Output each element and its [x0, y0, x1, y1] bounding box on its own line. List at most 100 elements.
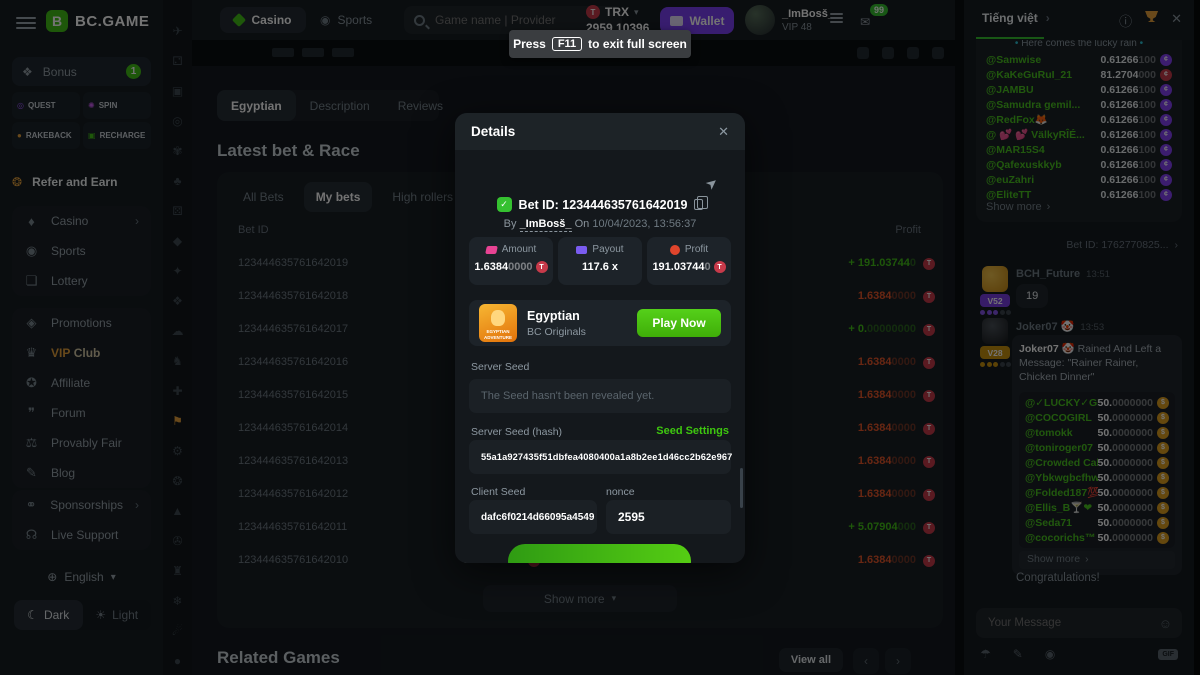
rain-username[interactable]: @COCOGIRL — [1025, 411, 1098, 425]
rail-icon[interactable]: ♞ — [163, 354, 192, 372]
chat-bet-link[interactable]: Bet ID: 1762770825...› — [1066, 239, 1178, 251]
rain-username[interactable]: @✓LUCKY✓GIRL✓ — [1025, 396, 1098, 410]
chat-language-tab[interactable]: Tiếng việt› — [982, 11, 1050, 25]
client-seed-field[interactable]: dafc6f0214d66095a4549 — [469, 500, 597, 534]
dark-mode-button[interactable]: ☾Dark — [14, 600, 83, 630]
game-option-icon[interactable] — [907, 47, 919, 59]
verify-button[interactable] — [508, 544, 691, 563]
modal-scrollbar[interactable] — [740, 468, 743, 508]
rain-username[interactable]: @Crowded Calm... — [1025, 456, 1098, 470]
rail-icon[interactable]: ♣ — [163, 174, 192, 192]
close-icon[interactable]: ✕ — [718, 124, 729, 140]
view-all-button[interactable]: View all — [779, 648, 843, 672]
sidebar-item-blog[interactable]: ✎Blog — [12, 458, 151, 488]
recharge-button[interactable]: ▣RECHARGE — [83, 122, 151, 149]
sidebar-item-bonus[interactable]: ❖ Bonus 1 — [12, 57, 151, 86]
chat-input-box[interactable]: ☺ — [976, 608, 1182, 638]
show-more-button[interactable]: Show more▾ — [483, 585, 677, 612]
rail-icon[interactable]: ⚙ — [163, 444, 192, 462]
nonce-field[interactable]: 2595 — [606, 500, 731, 534]
server-seed-hash-field[interactable]: 55a1a927435f51dbfea4080400a1a8b2ee1d46cc… — [469, 440, 731, 474]
coin-drop-icon[interactable]: ◉ — [1045, 647, 1055, 661]
emoji-icon[interactable]: ☺ — [1159, 616, 1172, 631]
rain-username[interactable]: @Ellis_B🍸❤ — [1025, 501, 1098, 515]
rail-icon[interactable]: ✚ — [163, 384, 192, 402]
rain-username[interactable]: @Samwise — [986, 54, 1098, 66]
hamburger-menu-icon[interactable] — [16, 17, 36, 29]
play-now-button[interactable]: Play Now — [637, 309, 721, 337]
rain-username[interactable]: @RedFox🦊 — [986, 113, 1098, 126]
rain-show-more[interactable]: Show more› — [986, 198, 1172, 216]
tab-description[interactable]: Description — [296, 90, 384, 121]
rail-icon[interactable]: ◎ — [163, 114, 192, 132]
rain-username[interactable]: @Folded187💯... — [1025, 486, 1098, 500]
sidebar-item-sponsorships[interactable]: ⚭Sponsorships› — [12, 490, 151, 520]
rain-username[interactable]: @KaKeGuRuI_21 — [986, 69, 1098, 81]
copy-icon[interactable] — [694, 199, 703, 210]
rail-icon[interactable]: ▲ — [163, 504, 192, 522]
rail-icon[interactable]: ◆ — [163, 234, 192, 252]
avatar[interactable] — [982, 318, 1008, 344]
sidebar-item-provably-fair[interactable]: ⚖Provably Fair — [12, 428, 151, 458]
user-avatar[interactable] — [745, 5, 775, 35]
next-arrow-button[interactable]: › — [885, 648, 911, 674]
rail-icon[interactable]: ♜ — [163, 564, 192, 582]
bet-list-icon[interactable] — [830, 13, 843, 25]
rail-icon[interactable]: ✇ — [163, 534, 192, 552]
rail-icon[interactable]: ✦ — [163, 264, 192, 282]
rain-username[interactable]: @ 💕 💕 VälkyRÎÉ... — [986, 128, 1098, 141]
chat-username[interactable]: Joker07 🤡13:53 — [1016, 320, 1104, 333]
sidebar-item-affiliate[interactable]: ✪Affiliate — [12, 368, 151, 398]
rain-username[interactable]: @JAMBU — [986, 84, 1098, 96]
tab-egyptian[interactable]: Egyptian — [217, 90, 296, 121]
sidebar-item-forum[interactable]: ❞Forum — [12, 398, 151, 428]
sidebar-item-casino[interactable]: ♦Casino› — [12, 206, 151, 236]
chat-message-input[interactable] — [986, 616, 1146, 630]
rain-username[interactable]: @Samudra gemil... — [986, 99, 1098, 111]
tab-all-bets[interactable]: All Bets — [231, 182, 296, 212]
rail-icon[interactable]: ⚄ — [163, 204, 192, 222]
rail-icon[interactable]: ❖ — [163, 294, 192, 312]
rail-icon[interactable]: ☄ — [163, 624, 192, 642]
rain-username[interactable]: @tomokk — [1025, 426, 1098, 440]
game-option-icon[interactable] — [857, 47, 869, 59]
close-icon[interactable]: ✕ — [1171, 11, 1182, 30]
commands-icon[interactable]: ✎ — [1013, 647, 1023, 661]
language-selector[interactable]: ⊕ English ▾ — [12, 562, 151, 592]
rain-username[interactable]: @euZahri — [986, 174, 1098, 186]
page-scrollbar[interactable] — [1194, 0, 1200, 675]
game-option-icon[interactable] — [932, 47, 944, 59]
rain-username[interactable]: @cocorichs™ — [1025, 531, 1098, 545]
rain-show-more[interactable]: Show more› — [1019, 551, 1175, 569]
trophy-icon[interactable] — [1145, 11, 1158, 22]
game-thumbnail[interactable]: EGYPTIANADVENTURE — [479, 304, 517, 342]
rail-icon[interactable]: ● — [163, 654, 192, 672]
rail-icon[interactable]: ⚑ — [163, 414, 192, 432]
info-icon[interactable]: ⓘ — [1119, 11, 1132, 30]
rain-username[interactable]: @Ybkwgbcfhwb — [1025, 471, 1098, 485]
share-icon[interactable]: ➤ — [702, 173, 722, 194]
rail-icon[interactable]: ☁ — [163, 324, 192, 342]
rail-icon[interactable]: ✾ — [163, 144, 192, 162]
mail-icon[interactable]: ✉ — [860, 15, 870, 29]
sidebar-item-sports[interactable]: ◉Sports — [12, 236, 151, 266]
rail-icon[interactable]: ▣ — [163, 84, 192, 102]
game-option-icon[interactable] — [882, 47, 894, 59]
rail-icon[interactable]: ❄ — [163, 594, 192, 612]
spin-button[interactable]: ✺SPIN — [83, 92, 151, 119]
tab-sports[interactable]: ◉Sports — [320, 7, 372, 33]
rakeback-button[interactable]: ●RAKEBACK — [12, 122, 80, 149]
logo[interactable]: B BC.GAME — [46, 10, 149, 32]
sidebar-item-promotions[interactable]: ◈Promotions — [12, 308, 151, 338]
gif-icon[interactable]: GIF — [1158, 649, 1178, 660]
tab-high-rollers[interactable]: High rollers — [380, 182, 465, 212]
sidebar-item-live-support[interactable]: ☊Live Support — [12, 520, 151, 550]
rail-icon[interactable]: ❂ — [163, 474, 192, 492]
bet-user-link[interactable]: _ImBosš_ — [520, 218, 572, 232]
tab-reviews[interactable]: Reviews — [384, 90, 457, 121]
search-input[interactable] — [433, 12, 603, 28]
seed-settings-link[interactable]: Seed Settings — [656, 425, 729, 437]
rail-icon[interactable]: ✈ — [163, 24, 192, 42]
rain-username[interactable]: @Seda71 — [1025, 516, 1098, 530]
rain-icon[interactable]: ☂ — [980, 647, 991, 661]
